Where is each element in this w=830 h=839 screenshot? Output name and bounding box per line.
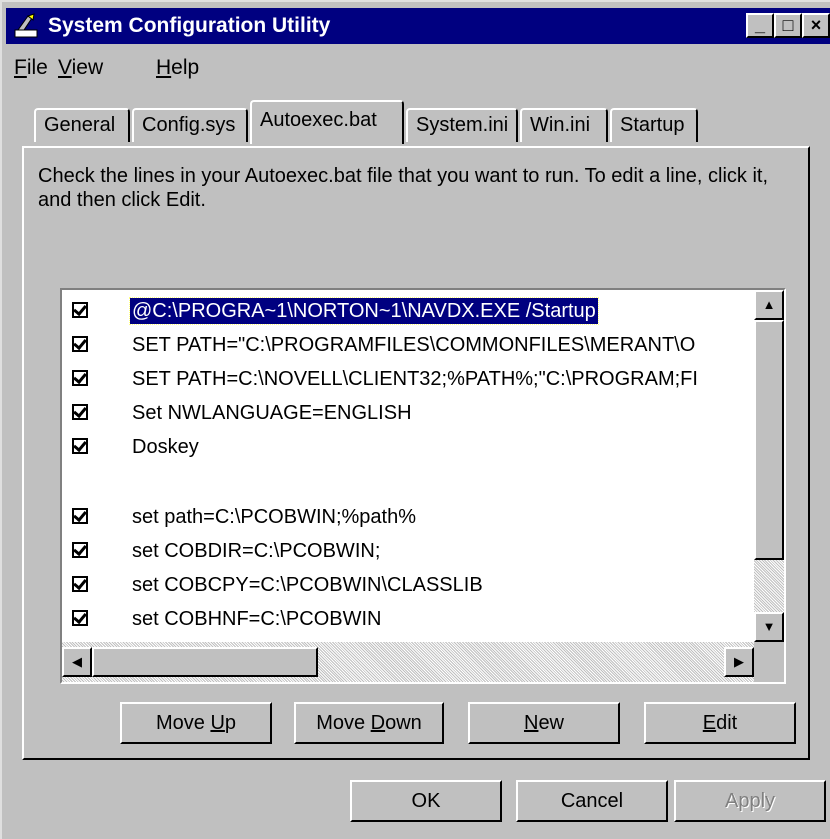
vertical-scrollbar[interactable]: ▲ ▼ xyxy=(754,290,784,642)
new-button[interactable]: New xyxy=(468,702,620,744)
apply-button: Apply xyxy=(674,780,826,822)
line-text[interactable]: set COBCPY=C:\PCOBWIN\CLASSLIB xyxy=(132,572,483,598)
checkmark-icon xyxy=(73,369,87,385)
msconfig-app-icon xyxy=(14,13,38,38)
arrow-down-icon: ▼ xyxy=(762,619,776,634)
menu-view[interactable]: View xyxy=(58,56,103,80)
arrow-right-icon: ▶ xyxy=(734,654,744,669)
line-text[interactable]: set COBDIR=C:\PCOBWIN; xyxy=(132,538,380,564)
system-configuration-window: System Configuration Utility _ □ × File … xyxy=(0,0,830,839)
move-up-button[interactable]: Move Up xyxy=(120,702,272,744)
line-checkbox[interactable] xyxy=(72,403,88,420)
line-text[interactable]: @C:\PROGRA~1\NORTON~1\NAVDX.EXE /Startup xyxy=(129,297,599,325)
checkmark-icon xyxy=(73,437,87,453)
ok-button[interactable]: OK xyxy=(350,780,502,822)
line-checkbox[interactable] xyxy=(72,609,88,626)
horizontal-scroll-thumb[interactable] xyxy=(92,647,318,677)
maximize-button[interactable]: □ xyxy=(774,13,802,38)
checkmark-icon xyxy=(73,335,87,351)
menu-file[interactable]: File xyxy=(14,56,48,80)
list-item[interactable]: SET PATH=C:\NOVELL\CLIENT32;%PATH%;"C:\P… xyxy=(62,364,754,398)
line-text[interactable]: SET PATH=C:\NOVELL\CLIENT32;%PATH%;"C:\P… xyxy=(132,366,698,392)
line-checkbox[interactable] xyxy=(72,507,88,524)
maximize-icon: □ xyxy=(782,15,794,35)
autoexec-lines-list[interactable]: @C:\PROGRA~1\NORTON~1\NAVDX.EXE /Startup… xyxy=(60,288,786,684)
scroll-right-button[interactable]: ▶ xyxy=(724,647,754,677)
list-item[interactable]: @C:\PROGRA~1\NORTON~1\NAVDX.EXE /Startup xyxy=(62,296,754,330)
minimize-button[interactable]: _ xyxy=(746,13,774,38)
line-checkbox[interactable] xyxy=(72,301,88,318)
line-text[interactable]: SET PATH="C:\PROGRAMFILES\COMMONFILES\ME… xyxy=(132,332,695,358)
move-down-button[interactable]: Move Down xyxy=(294,702,444,744)
close-icon: × xyxy=(810,15,822,35)
list-rows: @C:\PROGRA~1\NORTON~1\NAVDX.EXE /Startup… xyxy=(62,290,754,642)
scrollbar-corner xyxy=(754,642,784,682)
list-item[interactable]: set COBDIR=C:\PCOBWIN; xyxy=(62,536,754,570)
checkmark-icon xyxy=(73,507,87,523)
tab-strip: General Config.sys Autoexec.bat System.i… xyxy=(2,98,830,146)
tab-config-sys[interactable]: Config.sys xyxy=(132,108,248,142)
scroll-down-button[interactable]: ▼ xyxy=(754,612,784,642)
checkmark-icon xyxy=(73,575,87,591)
minimize-icon: _ xyxy=(754,15,765,35)
arrow-left-icon: ◀ xyxy=(72,654,82,669)
list-item[interactable]: Doskey xyxy=(62,432,754,466)
instructions-text: Check the lines in your Autoexec.bat fil… xyxy=(38,165,769,211)
tab-autoexec-bat[interactable]: Autoexec.bat xyxy=(250,100,404,144)
scroll-up-button[interactable]: ▲ xyxy=(754,290,784,320)
list-item[interactable]: set path=C:\PCOBWIN;%path% xyxy=(62,502,754,536)
arrow-up-icon: ▲ xyxy=(762,297,776,312)
line-text[interactable]: Doskey xyxy=(132,434,199,460)
line-checkbox[interactable] xyxy=(72,541,88,558)
list-item[interactable]: set COBCPY=C:\PCOBWIN\CLASSLIB xyxy=(62,570,754,604)
list-item[interactable]: SET PATH="C:\PROGRAMFILES\COMMONFILES\ME… xyxy=(62,330,754,364)
tab-startup[interactable]: Startup xyxy=(610,108,698,142)
tab-win-ini[interactable]: Win.ini xyxy=(520,108,608,142)
menu-help[interactable]: Help xyxy=(156,56,199,80)
checkmark-icon xyxy=(73,403,87,419)
line-text[interactable]: Set NWLANGUAGE=ENGLISH xyxy=(132,400,412,426)
line-text[interactable]: set path=C:\PCOBWIN;%path% xyxy=(132,504,416,530)
checkmark-icon xyxy=(73,541,87,557)
title-bar[interactable]: System Configuration Utility _ □ × xyxy=(6,8,830,44)
list-item[interactable]: Set NWLANGUAGE=ENGLISH xyxy=(62,398,754,432)
line-checkbox[interactable] xyxy=(72,335,88,352)
window-title: System Configuration Utility xyxy=(48,14,331,37)
list-item-blank[interactable] xyxy=(62,466,754,500)
line-checkbox[interactable] xyxy=(72,369,88,386)
edit-button[interactable]: Edit xyxy=(644,702,796,744)
checkmark-icon xyxy=(73,301,87,317)
tab-general[interactable]: General xyxy=(34,108,130,142)
line-text[interactable]: set COBHNF=C:\PCOBWIN xyxy=(132,606,381,632)
close-button[interactable]: × xyxy=(802,13,830,38)
list-item[interactable]: set COBHNF=C:\PCOBWIN xyxy=(62,604,754,638)
scroll-left-button[interactable]: ◀ xyxy=(62,647,92,677)
vertical-scroll-thumb[interactable] xyxy=(754,320,784,560)
tab-system-ini[interactable]: System.ini xyxy=(406,108,518,142)
line-checkbox[interactable] xyxy=(72,575,88,592)
horizontal-scrollbar[interactable]: ◀ ▶ xyxy=(62,642,754,682)
checkmark-icon xyxy=(73,609,87,625)
cancel-button[interactable]: Cancel xyxy=(516,780,668,822)
line-checkbox[interactable] xyxy=(72,437,88,454)
